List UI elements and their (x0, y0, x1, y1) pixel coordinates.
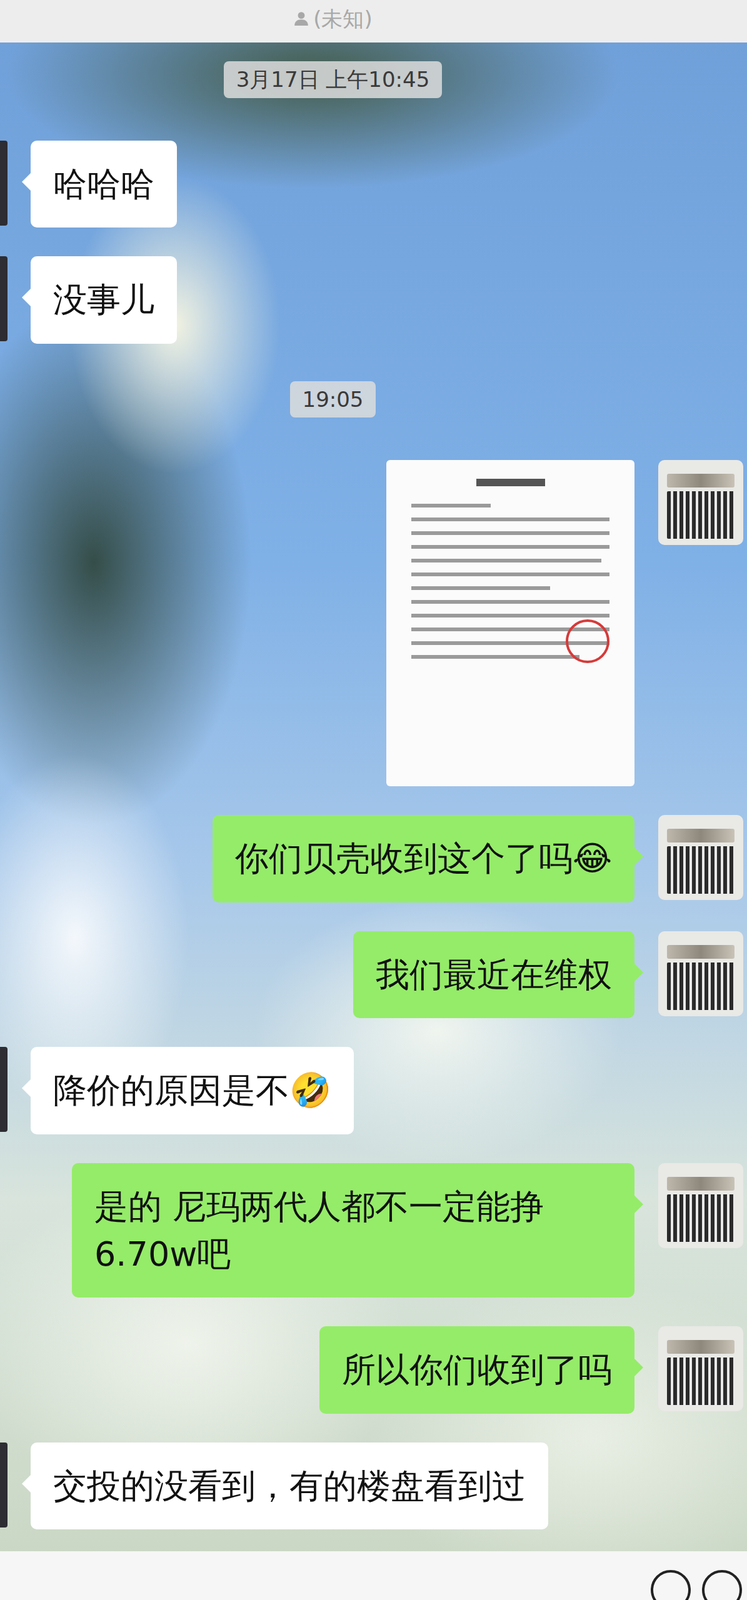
timestamp: 19:05 (290, 381, 377, 419)
avatar-shelf (666, 491, 735, 539)
message-bubble[interactable]: 你们贝壳收到这个了吗😂 (212, 815, 635, 903)
message-bubble[interactable]: 哈哈哈 (30, 140, 177, 229)
bubble-wrap: 没事儿 (30, 256, 177, 344)
avatar-icon[interactable] (658, 460, 744, 546)
avatar-shelf (666, 1357, 735, 1406)
avatar-icon[interactable] (0, 1047, 8, 1133)
bubble-wrap: 降价的原因是不🤣 (30, 1047, 354, 1135)
doc-line (411, 558, 602, 563)
avatar-icon[interactable] (658, 815, 744, 901)
seal-icon (565, 619, 610, 664)
message-row: 哈哈哈 (0, 140, 747, 229)
avatar-roof (666, 1177, 735, 1191)
doc-line (411, 600, 610, 604)
doc-title-line (476, 478, 546, 487)
chat-title: (未知) (313, 5, 373, 34)
doc-line (411, 627, 610, 632)
plus-icon[interactable] (701, 1570, 742, 1600)
message-bubble[interactable]: 降价的原因是不🤣 (30, 1047, 354, 1135)
doc-line (411, 545, 610, 549)
timestamp-row: 3月17日 上午10:45 (0, 61, 747, 99)
timestamp: 3月17日 上午10:45 (223, 61, 443, 99)
avatar-icon[interactable] (0, 256, 8, 342)
avatar-roof (666, 473, 735, 488)
message-row: 所以你们收到了吗 (0, 1326, 747, 1414)
message-bubble[interactable]: 交投的没看到，有的楼盘看到过 (30, 1442, 549, 1531)
message-row: 降价的原因是不🤣 (0, 1047, 747, 1135)
bubble-wrap: 我们最近在维权 (353, 931, 635, 1019)
bubble-wrap: 你们贝壳收到这个了吗😂 (212, 815, 635, 903)
avatar-icon[interactable] (658, 1326, 744, 1412)
avatar-icon[interactable] (0, 140, 8, 226)
avatar-icon[interactable] (658, 931, 744, 1017)
message-bubble[interactable]: 没事儿 (30, 256, 177, 344)
avatar-roof (666, 945, 735, 959)
message-bubble[interactable]: 所以你们收到了吗 (319, 1326, 635, 1414)
doc-line (411, 586, 551, 591)
person-icon (293, 10, 310, 27)
avatar-shelf (666, 1194, 735, 1243)
avatar-icon[interactable] (0, 1442, 8, 1528)
doc-line (411, 531, 610, 536)
input-bar (0, 1551, 747, 1600)
message-list: 3月17日 上午10:45 哈哈哈没事儿 19:05 你们贝壳收到这个了吗😂 我们最近在… (0, 42, 747, 1552)
doc-line (411, 613, 610, 618)
message-bubble[interactable]: 我们最近在维权 (353, 931, 635, 1019)
avatar-roof (666, 828, 735, 843)
message-row: 我们最近在维权 (0, 931, 747, 1019)
avatar-shelf (666, 962, 735, 1011)
bubble-wrap: 哈哈哈 (30, 140, 177, 229)
emoji-icon[interactable] (650, 1570, 691, 1600)
avatar-icon[interactable] (658, 1163, 744, 1249)
doc-line (411, 655, 580, 659)
chat-header: (未知) (0, 0, 747, 43)
message-row: 交投的没看到，有的楼盘看到过 (0, 1442, 747, 1531)
message-row (0, 460, 747, 787)
message-row: 是的 尼玛两代人都不一定能挣6.70w吧 (0, 1163, 747, 1298)
bubble-wrap: 交投的没看到，有的楼盘看到过 (30, 1442, 549, 1531)
doc-line (411, 517, 610, 522)
message-row: 你们贝壳收到这个了吗😂 (0, 815, 747, 903)
avatar-roof (666, 1340, 735, 1354)
doc-line (411, 641, 610, 646)
avatar-shelf (666, 846, 735, 894)
doc-line (411, 572, 610, 577)
bubble-wrap: 是的 尼玛两代人都不一定能挣6.70w吧 (71, 1163, 635, 1298)
timestamp-row: 19:05 (0, 381, 747, 419)
doc-line (411, 503, 491, 508)
document-image[interactable] (386, 460, 635, 787)
message-bubble[interactable]: 是的 尼玛两代人都不一定能挣6.70w吧 (71, 1163, 635, 1298)
bubble-wrap: 所以你们收到了吗 (319, 1326, 635, 1414)
message-row: 没事儿 (0, 256, 747, 344)
